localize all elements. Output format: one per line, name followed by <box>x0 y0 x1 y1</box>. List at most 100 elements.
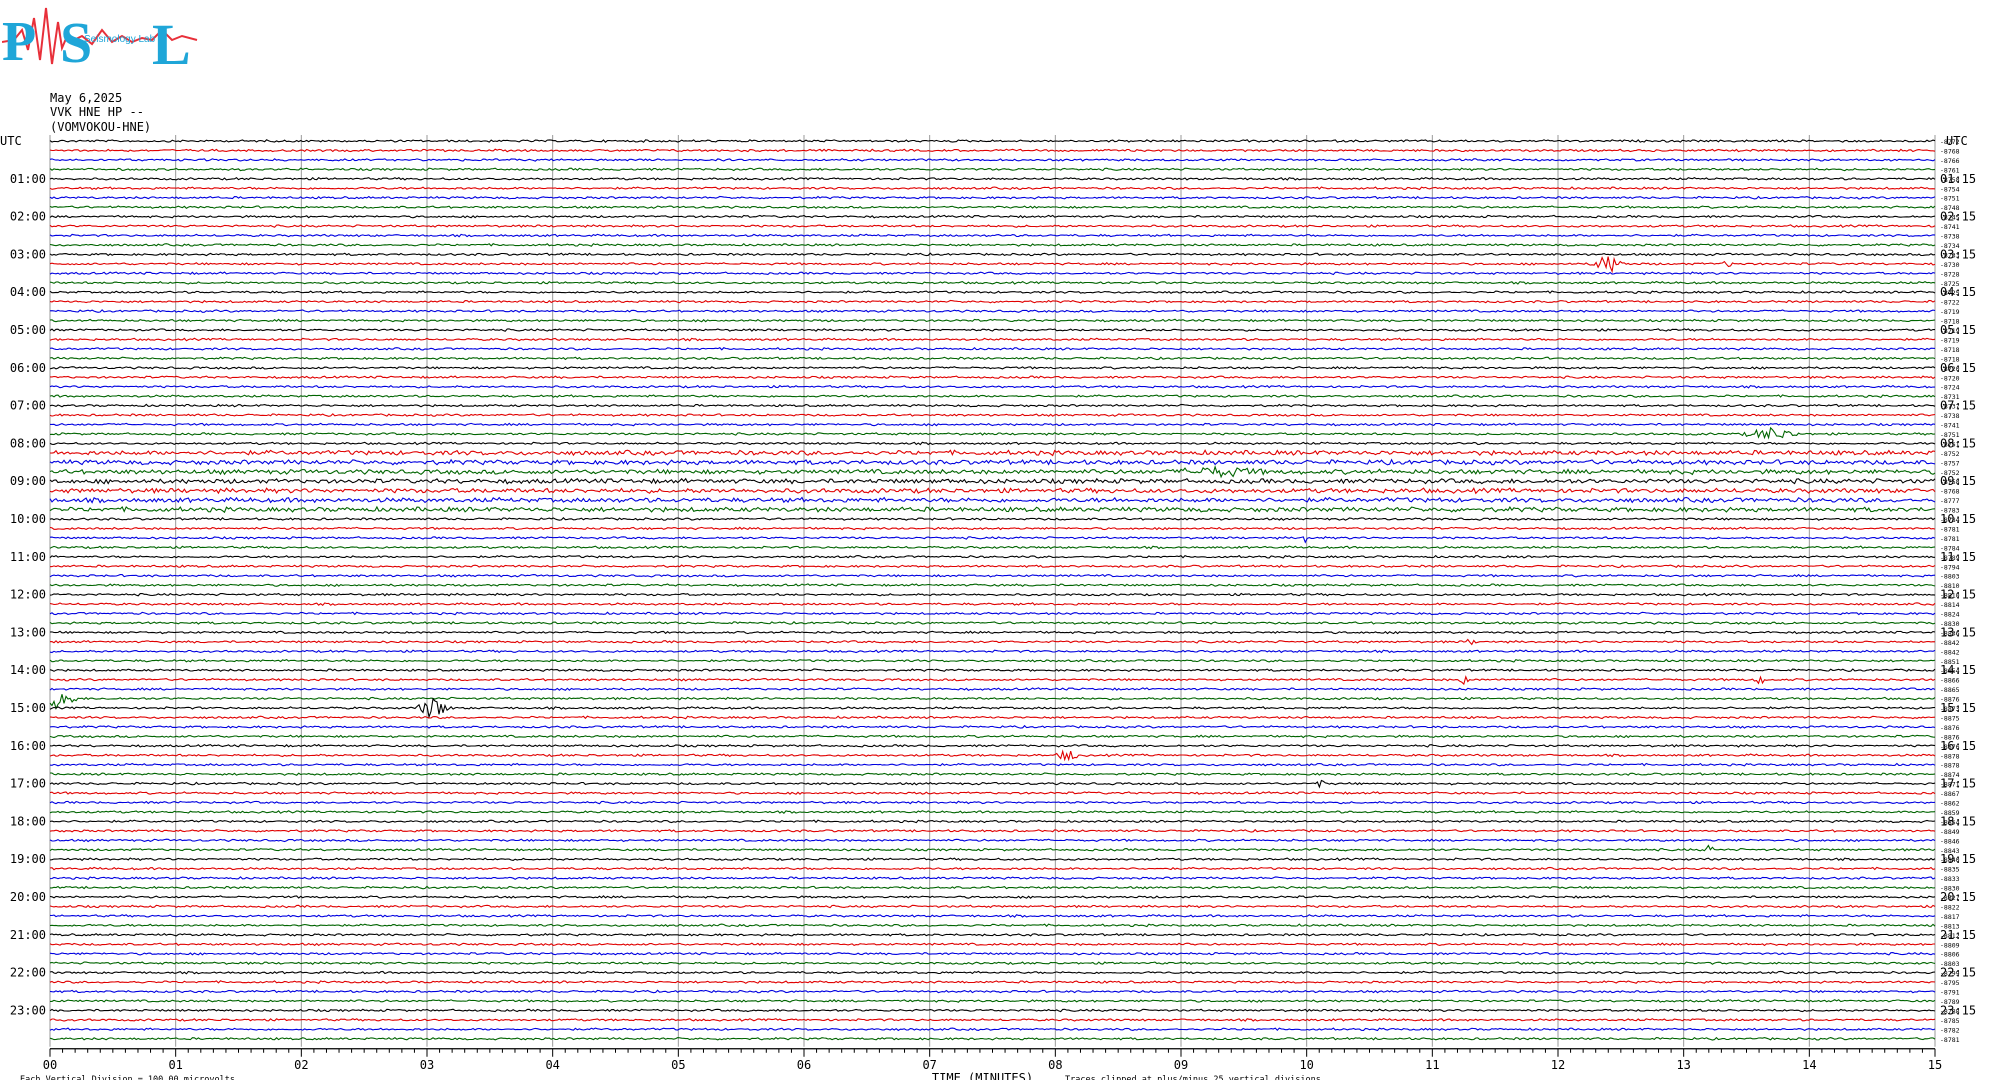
left-hour-label: 03:00 <box>10 247 46 261</box>
left-hour-label: 10:00 <box>10 512 46 526</box>
x-tick-label: 04 <box>545 1058 559 1072</box>
seismic-trace <box>49 1036 1936 1041</box>
row-value-label: -8862 <box>1940 800 1960 808</box>
left-axis-title: UTC <box>0 134 22 148</box>
seismic-trace <box>49 441 1936 446</box>
row-value-label: -8738 <box>1940 412 1960 420</box>
left-hour-label: 12:00 <box>10 588 46 602</box>
seismic-trace <box>49 800 1936 805</box>
x-tick-label: 11 <box>1425 1058 1439 1072</box>
seismic-trace <box>49 186 1936 191</box>
seismic-trace <box>49 224 1936 228</box>
seismic-trace <box>49 242 1936 247</box>
x-tick-label: 09 <box>1174 1058 1188 1072</box>
left-hour-label: 13:00 <box>10 625 46 639</box>
seismic-trace <box>49 449 1936 457</box>
row-value-label: -8867 <box>1940 790 1960 798</box>
seismic-trace <box>49 464 1936 479</box>
seismic-trace <box>49 857 1936 862</box>
row-value-label: -8777 <box>1940 497 1960 505</box>
seismic-trace <box>49 951 1936 956</box>
left-hour-label: 05:00 <box>10 323 46 337</box>
right-hour-label: 02:15 <box>1940 210 1976 224</box>
seismic-trace <box>49 914 1936 918</box>
seismic-trace <box>49 271 1936 276</box>
right-hour-label: 22:15 <box>1940 966 1976 980</box>
clip-note: Traces clipped at plus/minus 25 vertical… <box>1065 1075 1321 1080</box>
row-value-label: -8878 <box>1940 752 1960 760</box>
right-hour-label: 09:15 <box>1940 474 1976 488</box>
seismic-trace <box>49 866 1936 871</box>
right-hour-label: 01:15 <box>1940 172 1976 186</box>
seismic-trace <box>49 564 1936 569</box>
seismic-trace <box>49 675 1936 686</box>
row-value-label: -8878 <box>1940 762 1960 770</box>
seismic-trace <box>49 403 1936 408</box>
seismic-trace <box>49 536 1936 544</box>
left-hour-label: 04:00 <box>10 285 46 299</box>
row-value-label: -8817 <box>1940 913 1960 921</box>
seismic-trace <box>49 611 1936 616</box>
seismic-trace <box>49 980 1936 984</box>
left-hour-label: 07:00 <box>10 399 46 413</box>
seismic-trace <box>49 876 1936 880</box>
seismic-trace <box>49 394 1936 399</box>
seismic-trace <box>49 743 1936 748</box>
seismic-trace <box>50 885 1936 890</box>
helicorder-plot: -8772-8768-8766-8761-8758-8754-8751-8748… <box>0 134 1976 1080</box>
x-axis-title: TIME (MINUTES) <box>932 1071 1033 1080</box>
seismic-trace <box>49 280 1936 285</box>
seismic-trace <box>49 828 1936 833</box>
seismic-trace <box>49 630 1936 635</box>
right-hour-label: 13:15 <box>1940 625 1976 639</box>
seismic-trace <box>49 638 1936 646</box>
row-value-label: -8785 <box>1940 1017 1960 1025</box>
row-value-label: -8846 <box>1940 837 1960 845</box>
seismic-trace <box>49 715 1936 720</box>
left-hour-label: 06:00 <box>10 361 46 375</box>
row-value-label: -8752 <box>1940 450 1960 458</box>
right-hour-label: 08:15 <box>1940 436 1976 450</box>
seismic-trace <box>49 932 1936 937</box>
seismic-trace <box>49 1008 1936 1013</box>
seismic-trace <box>49 791 1936 795</box>
left-hour-label: 16:00 <box>10 739 46 753</box>
seismic-trace <box>49 602 1936 607</box>
seismic-trace <box>49 810 1936 814</box>
row-value-label: -8835 <box>1940 866 1960 874</box>
row-value-label: -8724 <box>1940 384 1960 392</box>
right-hour-label: 07:15 <box>1940 399 1976 413</box>
seismic-trace <box>50 375 1936 380</box>
seismic-trace <box>49 649 1936 654</box>
left-hour-label: 20:00 <box>10 890 46 904</box>
seismic-trace <box>49 496 1936 504</box>
x-tick-label: 08 <box>1048 1058 1062 1072</box>
row-value-label: -8719 <box>1940 336 1960 344</box>
right-axis-title: UTC <box>1946 134 1968 148</box>
row-value-label: -8794 <box>1940 563 1960 571</box>
row-value-label: -8768 <box>1940 147 1960 155</box>
seismic-trace <box>49 1017 1936 1022</box>
left-hour-label: 02:00 <box>10 210 46 224</box>
x-tick-label: 03 <box>420 1058 434 1072</box>
row-value-label: -8719 <box>1940 308 1960 316</box>
seismic-trace <box>49 819 1936 824</box>
seismic-trace <box>49 658 1936 663</box>
seismic-trace <box>49 309 1936 313</box>
seismic-trace <box>49 290 1936 295</box>
seismic-trace <box>49 337 1936 342</box>
seismic-trace <box>49 328 1936 332</box>
right-hour-label: 06:15 <box>1940 361 1976 375</box>
right-hour-label: 17:15 <box>1940 777 1976 791</box>
right-hour-label: 18:15 <box>1940 814 1976 828</box>
row-value-label: -8722 <box>1940 299 1960 307</box>
seismic-trace <box>49 592 1936 597</box>
seismic-trace <box>49 356 1936 361</box>
x-tick-label: 00 <box>43 1058 57 1072</box>
seismic-trace <box>49 148 1936 153</box>
left-hour-label: 15:00 <box>10 701 46 715</box>
right-hour-label: 15:15 <box>1940 701 1976 715</box>
row-value-label: -8766 <box>1940 157 1960 165</box>
row-value-label: -8795 <box>1940 979 1960 987</box>
row-value-label: -8791 <box>1940 989 1960 997</box>
